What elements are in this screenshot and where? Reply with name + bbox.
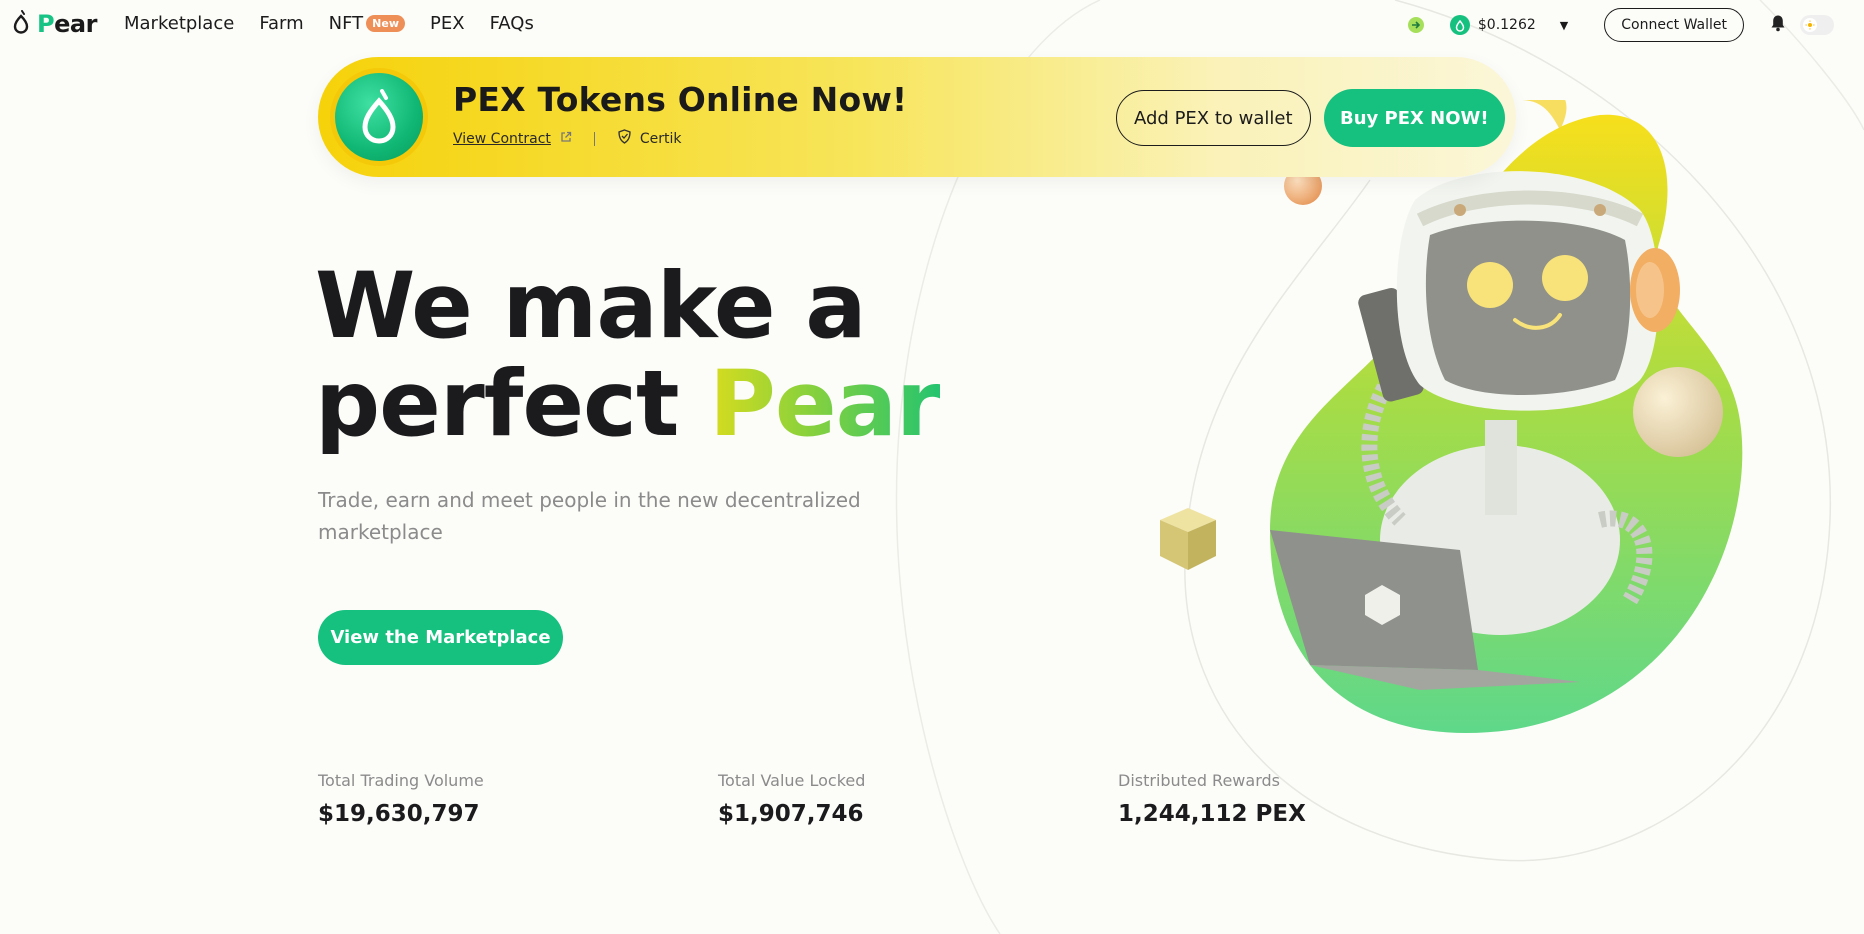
- stat-distributed-rewards: Distributed Rewards 1,244,112 PEX: [1118, 771, 1306, 827]
- nav-pex[interactable]: PEX: [430, 13, 465, 34]
- stat-trading-volume: Total Trading Volume $19,630,797: [318, 771, 484, 827]
- pear-drop-icon: [13, 10, 29, 38]
- hero-line-1: We make a: [315, 254, 867, 359]
- nav-nft[interactable]: NFT New: [328, 13, 406, 34]
- stat-label: Distributed Rewards: [1118, 771, 1280, 790]
- stat-value: $19,630,797: [318, 801, 480, 827]
- stat-value: 1,244,112 PEX: [1118, 801, 1306, 827]
- banner-links: View Contract Certik: [453, 129, 682, 148]
- shield-icon: [617, 129, 632, 148]
- theme-toggle[interactable]: [1800, 15, 1834, 35]
- certik-link[interactable]: Certik: [617, 129, 682, 148]
- buy-pex-button[interactable]: Buy PEX NOW!: [1324, 89, 1505, 147]
- certik-label: Certik: [639, 130, 682, 147]
- stat-value: $1,907,746: [718, 801, 864, 827]
- divider: [593, 131, 595, 146]
- add-pex-to-wallet-button[interactable]: Add PEX to wallet: [1116, 90, 1311, 146]
- stat-label: Total Value Locked: [718, 771, 866, 790]
- view-contract-link[interactable]: View Contract: [453, 131, 551, 147]
- token-price: $0.1262: [1449, 15, 1536, 35]
- robot-illustration: [1160, 100, 1743, 734]
- arrow-right-icon[interactable]: [1407, 17, 1424, 33]
- nav-marketplace[interactable]: Marketplace: [124, 13, 234, 34]
- pex-token-icon: [1449, 15, 1470, 35]
- sun-icon: [1803, 18, 1817, 32]
- top-nav: Pear Marketplace Farm NFT New PEX FAQs $…: [0, 0, 1864, 50]
- bell-icon[interactable]: [1770, 14, 1786, 36]
- hero-line-2: perfect Pear: [315, 356, 941, 454]
- token-price-value: $0.1262: [1477, 17, 1536, 33]
- pex-banner: PEX Tokens Online Now! View Contract Cer…: [318, 57, 1516, 177]
- connect-wallet-button[interactable]: Connect Wallet: [1604, 8, 1744, 42]
- logo-text: Pear: [37, 10, 97, 38]
- pex-token-logo: [330, 68, 428, 166]
- stat-value-locked: Total Value Locked $1,907,746: [718, 771, 865, 827]
- nav-faqs[interactable]: FAQs: [490, 13, 534, 34]
- nav-right: $0.1262 ▼ Connect Wallet: [1407, 7, 1834, 43]
- stat-label: Total Trading Volume: [318, 771, 484, 790]
- new-badge: New: [366, 15, 406, 32]
- nav-nft-label: NFT: [328, 13, 364, 34]
- chevron-down-icon[interactable]: ▼: [1560, 19, 1568, 32]
- banner-title: PEX Tokens Online Now!: [453, 80, 908, 119]
- external-link-icon[interactable]: [560, 131, 572, 147]
- hero-subhead: Trade, earn and meet people in the new d…: [318, 488, 861, 544]
- view-marketplace-button[interactable]: View the Marketplace: [318, 610, 563, 665]
- hero-line-2-prefix: perfect: [315, 352, 710, 457]
- logo[interactable]: Pear: [13, 10, 97, 38]
- nav-links: Marketplace Farm NFT New PEX FAQs: [124, 13, 534, 34]
- nav-farm[interactable]: Farm: [259, 13, 303, 34]
- hero-highlight: Pear: [709, 352, 941, 457]
- hero-headline: We make a perfect Pear: [315, 254, 941, 454]
